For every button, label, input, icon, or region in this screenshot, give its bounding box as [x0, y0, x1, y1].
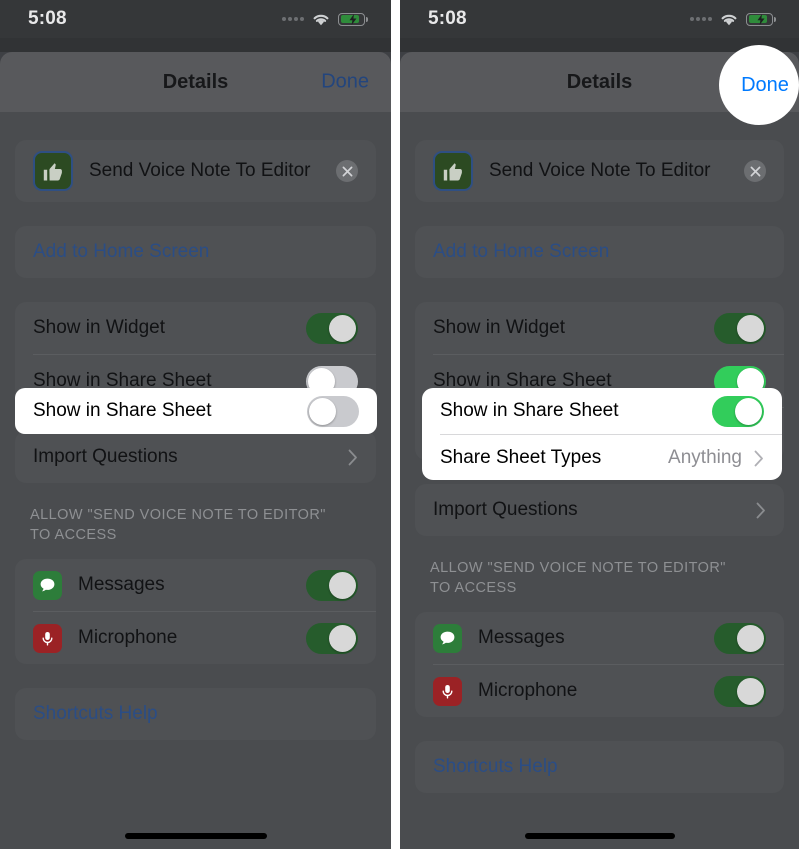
clear-circle-icon[interactable] — [744, 160, 766, 182]
home-indicator — [524, 833, 675, 839]
highlight-done-button[interactable]: Done — [719, 45, 799, 125]
page-title: Details — [162, 70, 229, 93]
permission-row-messages[interactable]: Messages — [415, 612, 784, 664]
highlight-show-in-share-sheet-left: Show in Share Sheet — [15, 388, 377, 434]
permission-label-microphone: Microphone — [78, 627, 178, 648]
allow-header-line2: TO ACCESS — [430, 580, 517, 596]
permission-row-messages[interactable]: Messages — [15, 559, 376, 611]
allow-section-header: ALLOW "SEND VOICE NOTE TO EDITOR" TO ACC… — [400, 558, 799, 598]
shortcuts-help-label: Shortcuts Help — [433, 756, 558, 777]
battery-charging-icon — [746, 12, 776, 26]
import-questions-label: Import Questions — [33, 446, 178, 467]
status-indicators — [690, 12, 776, 27]
shortcut-name: Send Voice Note To Editor — [89, 160, 311, 181]
highlight-share-sheet-block-right: Show in Share Sheet Share Sheet Types An… — [422, 388, 782, 480]
permissions-card: Messages Microphone — [415, 612, 784, 717]
import-questions-card: Import Questions — [415, 484, 784, 536]
status-bar-right: 5:08 — [400, 0, 799, 38]
microphone-icon — [33, 623, 62, 653]
import-questions-row[interactable]: Import Questions — [15, 431, 376, 483]
import-questions-row[interactable]: Import Questions — [415, 484, 784, 536]
add-to-home-screen-row[interactable]: Add to Home Screen — [415, 226, 784, 278]
home-indicator — [124, 833, 267, 839]
permission-label-messages: Messages — [78, 574, 165, 595]
shortcut-card: Send Voice Note To Editor — [415, 140, 784, 202]
show-in-share-sheet-row[interactable]: Show in Share Sheet — [422, 388, 782, 434]
show-in-widget-row[interactable]: Show in Widget — [15, 302, 376, 354]
permission-row-microphone[interactable]: Microphone — [415, 665, 784, 717]
page-title: Details — [566, 70, 633, 93]
done-button[interactable]: Done — [321, 71, 369, 94]
permission-toggle-microphone[interactable] — [714, 675, 766, 707]
battery-charging-icon — [338, 12, 368, 26]
allow-header-line1: ALLOW "SEND VOICE NOTE TO EDITOR" — [30, 507, 326, 523]
add-home-card: Add to Home Screen — [15, 226, 376, 278]
shortcut-row[interactable]: Send Voice Note To Editor — [15, 140, 376, 202]
sheet-body-left: Send Voice Note To Editor Add to Home Sc… — [0, 112, 391, 849]
permission-toggle-messages[interactable] — [714, 622, 766, 654]
add-home-card: Add to Home Screen — [415, 226, 784, 278]
permissions-card: Messages Microphone — [15, 559, 376, 664]
phone-screen-left: 5:08 Details Done Send Voice Note To Edi… — [0, 0, 391, 849]
shortcuts-help-row[interactable]: Shortcuts Help — [415, 741, 784, 793]
import-questions-label: Import Questions — [433, 499, 578, 520]
show-in-widget-label: Show in Widget — [33, 317, 166, 338]
show-in-widget-toggle[interactable] — [714, 312, 766, 344]
sheet-body-right: Send Voice Note To Editor Add to Home Sc… — [400, 112, 799, 849]
shortcuts-help-card: Shortcuts Help — [15, 688, 376, 740]
signal-dots-icon — [282, 17, 304, 21]
shortcut-row[interactable]: Send Voice Note To Editor — [415, 140, 784, 202]
messages-icon — [33, 570, 62, 600]
status-bar-left: 5:08 — [0, 0, 391, 38]
permission-toggle-messages[interactable] — [306, 569, 358, 601]
show-in-share-sheet-label: Show in Share Sheet — [33, 400, 212, 421]
show-in-widget-label: Show in Widget — [433, 317, 566, 338]
show-in-share-sheet-toggle[interactable] — [307, 395, 359, 427]
shortcut-name: Send Voice Note To Editor — [489, 160, 711, 181]
show-in-share-sheet-label: Show in Share Sheet — [440, 400, 619, 421]
show-in-widget-row[interactable]: Show in Widget — [415, 302, 784, 354]
import-questions-card: Import Questions — [15, 431, 376, 483]
thumbs-up-icon — [33, 151, 73, 191]
chevron-right-icon — [754, 450, 763, 466]
wifi-icon — [313, 14, 329, 25]
show-in-share-sheet-toggle[interactable] — [712, 395, 764, 427]
permission-label-microphone: Microphone — [478, 680, 578, 701]
panel-divider — [391, 0, 400, 849]
permission-label-messages: Messages — [478, 627, 565, 648]
shortcuts-help-row[interactable]: Shortcuts Help — [15, 688, 376, 740]
phone-screen-right: 5:08 Details Done — [400, 0, 799, 849]
status-time: 5:08 — [428, 8, 467, 29]
allow-section-header: ALLOW "SEND VOICE NOTE TO EDITOR" TO ACC… — [0, 505, 391, 545]
nav-bar-left: Details Done — [0, 52, 391, 112]
add-to-home-screen-label: Add to Home Screen — [33, 241, 210, 262]
permission-row-microphone[interactable]: Microphone — [15, 612, 376, 664]
share-sheet-types-value: Anything — [668, 447, 742, 468]
done-button-label: Done — [741, 73, 789, 96]
show-in-widget-toggle[interactable] — [306, 312, 358, 344]
messages-icon — [433, 623, 462, 653]
shortcut-card: Send Voice Note To Editor — [15, 140, 376, 202]
screenshot-stage: 5:08 Details Done Send Voice Note To Edi… — [0, 0, 799, 849]
clear-circle-icon[interactable] — [336, 160, 358, 182]
allow-header-line1: ALLOW "SEND VOICE NOTE TO EDITOR" — [430, 560, 726, 576]
share-sheet-types-label: Share Sheet Types — [440, 447, 602, 468]
thumbs-up-icon — [433, 151, 473, 191]
chevron-right-icon — [348, 449, 357, 465]
shortcuts-help-label: Shortcuts Help — [33, 703, 158, 724]
add-to-home-screen-row[interactable]: Add to Home Screen — [15, 226, 376, 278]
microphone-icon — [433, 676, 462, 706]
status-indicators — [282, 12, 368, 27]
share-sheet-types-row[interactable]: Share Sheet Types Anything — [422, 435, 782, 480]
show-in-share-sheet-row[interactable]: Show in Share Sheet — [15, 388, 377, 434]
shortcuts-help-card: Shortcuts Help — [415, 741, 784, 793]
sheet-top-gap — [0, 38, 391, 52]
signal-dots-icon — [690, 17, 712, 21]
status-time: 5:08 — [28, 8, 67, 29]
allow-header-line2: TO ACCESS — [30, 527, 117, 543]
add-to-home-screen-label: Add to Home Screen — [433, 241, 610, 262]
wifi-icon — [721, 14, 737, 25]
permission-toggle-microphone[interactable] — [306, 622, 358, 654]
chevron-right-icon — [756, 502, 765, 518]
